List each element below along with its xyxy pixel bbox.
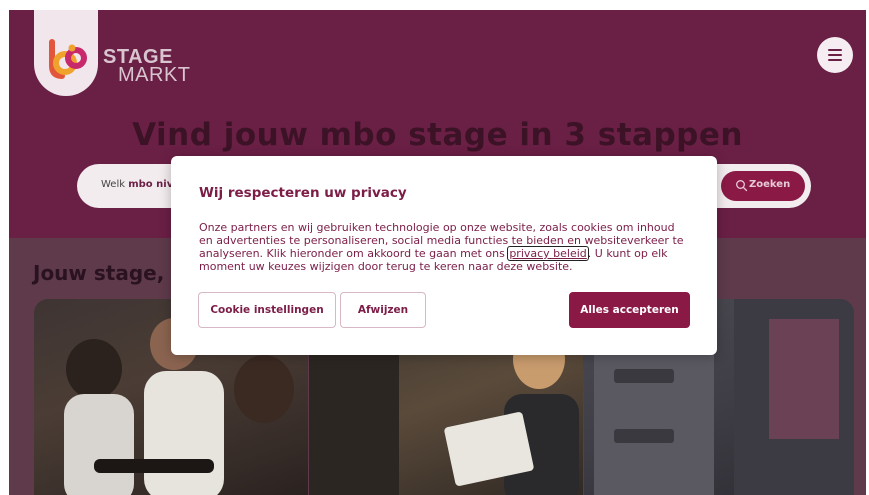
hamburger-menu-icon [828,49,842,51]
stagemarkt-logo-icon[interactable] [44,36,88,80]
accept-all-button[interactable]: Alles accepteren [569,292,690,328]
privacy-dialog-text: Onze partners en wij gebruiken technolog… [199,221,689,273]
section-title: Jouw stage, v [33,261,185,285]
hamburger-menu-icon [828,54,842,56]
search-button[interactable]: Zoeken [721,171,805,201]
hero-title: Vind jouw mbo stage in 3 stappen [132,117,743,153]
search-icon [736,180,748,192]
logo-line-2: MARKT [118,64,191,86]
hamburger-menu-icon [828,59,842,61]
cookie-settings-button[interactable]: Cookie instellingen [198,292,336,328]
logo-wordmark[interactable]: STAGE MARKT [103,47,191,86]
search-label-prefix: Welk [101,179,126,190]
search-button-label: Zoeken [749,179,791,190]
privacy-dialog: Wij respecteren uw privacy Onze partners… [171,156,717,355]
privacy-dialog-title: Wij respecteren uw privacy [199,185,407,201]
privacy-policy-link[interactable]: privacy beleid [507,246,589,261]
reject-button[interactable]: Afwijzen [340,292,426,328]
menu-button[interactable] [817,37,853,73]
